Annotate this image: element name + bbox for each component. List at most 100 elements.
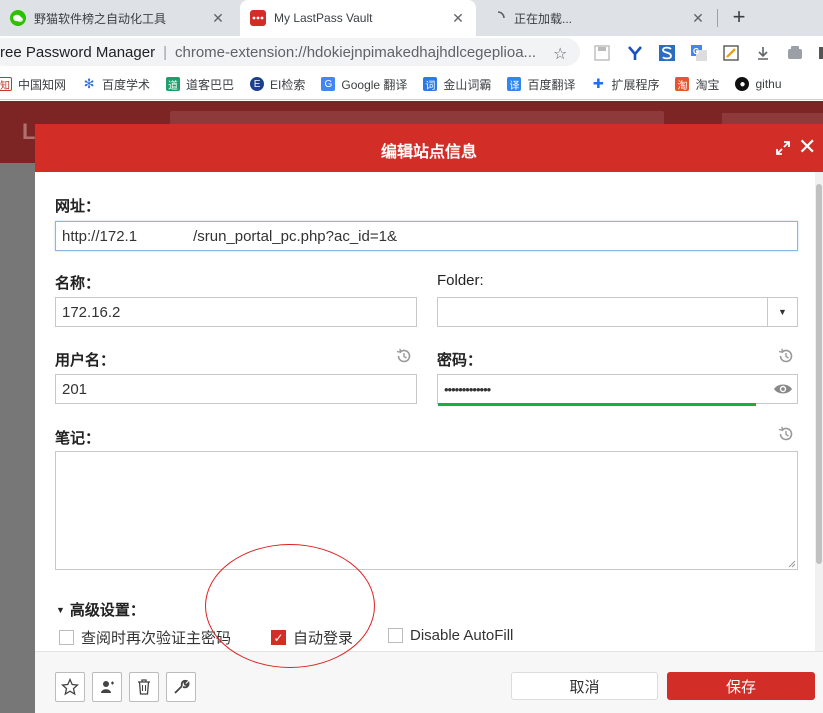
bookmarks-bar: 知 中国知网 ✻ 百度学术 道 道客巴巴 E EI检索 G Google 翻译 … xyxy=(0,69,823,100)
bookmark-github[interactable]: ● githu xyxy=(735,77,782,91)
favorite-button[interactable] xyxy=(55,672,85,702)
extension-note-icon[interactable] xyxy=(723,45,739,61)
new-tab-button[interactable]: + xyxy=(726,5,752,31)
ei-icon: E xyxy=(250,77,265,91)
folder-select[interactable]: ▼ xyxy=(437,297,798,327)
bookmark-taobao[interactable]: 淘 淘宝 xyxy=(675,76,719,93)
bookmark-iciba[interactable]: 词 金山词霸 xyxy=(423,76,491,93)
tab-lastpass-vault[interactable]: My LastPass Vault ✕ xyxy=(240,0,476,36)
bookmark-baidu-translate[interactable]: 译 百度翻译 xyxy=(507,76,575,93)
tab-loading[interactable]: 正在加载... ✕ xyxy=(480,0,716,36)
tab-title: 正在加载... xyxy=(514,11,573,26)
bookmark-star-icon[interactable]: ☆ xyxy=(553,44,567,64)
svg-text:G: G xyxy=(693,47,699,56)
extensions-panel-icon[interactable] xyxy=(787,45,803,61)
history-icon[interactable] xyxy=(777,347,795,365)
lastpass-logo: L xyxy=(22,119,36,144)
share-user-icon xyxy=(101,681,114,693)
bookmark-label: 道客巴巴 xyxy=(186,77,235,92)
tab-separator xyxy=(717,9,718,27)
bookmark-label: 百度学术 xyxy=(102,77,151,92)
password-label: 密码： xyxy=(437,352,483,369)
reprompt-checkbox[interactable]: 查阅时再次验证主密码 xyxy=(59,627,231,648)
advanced-settings-label: 高级设置： xyxy=(69,602,145,619)
baidu-paw-icon: ✻ xyxy=(83,76,95,91)
profile-icon[interactable] xyxy=(815,45,823,61)
tab-close-icon[interactable]: ✕ xyxy=(210,10,226,26)
bookmark-google-translate[interactable]: G Google 翻译 xyxy=(321,76,407,93)
baidu-translate-icon: 译 xyxy=(507,77,522,92)
site-origin: ree Password Manager xyxy=(0,43,156,61)
dialog-body: 网址： http://172.1 /srun_portal_pc.php?ac_… xyxy=(35,172,815,652)
username-label: 用户名： xyxy=(55,352,116,369)
advanced-settings-toggle[interactable]: ▼ 高级设置： xyxy=(56,599,145,620)
notes-textarea[interactable] xyxy=(55,451,798,570)
google-translate-icon: G xyxy=(321,77,336,91)
wechat-icon xyxy=(10,10,26,26)
bookmark-doc88[interactable]: 道 道客巴巴 xyxy=(166,76,234,93)
url-text: chrome-extension://hdokiejnpimakedhajhdl… xyxy=(174,43,537,61)
loading-spinner-icon xyxy=(490,10,506,26)
name-field[interactable]: 172.16.2 xyxy=(55,297,417,327)
bookmark-baidu-xueshu[interactable]: ✻ 百度学术 xyxy=(82,76,150,93)
tab-title: 野猫软件榜之自动化工具 xyxy=(34,11,167,26)
extension-translate-icon[interactable]: G xyxy=(691,45,707,61)
checkbox-label: 查阅时再次验证主密码 xyxy=(81,630,232,647)
bookmark-label: 金山词霸 xyxy=(443,77,492,92)
bookmark-label: 淘宝 xyxy=(695,77,720,92)
username-value: 201 xyxy=(62,380,88,398)
password-value: ••••••••••••• xyxy=(444,381,491,397)
checkbox-label: Disable AutoFill xyxy=(410,627,514,644)
close-icon[interactable]: ✕ xyxy=(798,135,816,159)
eye-icon[interactable] xyxy=(773,381,793,397)
resize-grip-icon[interactable] xyxy=(788,560,796,568)
address-bar[interactable]: ree Password Manager | chrome-extension:… xyxy=(0,38,580,66)
download-icon[interactable] xyxy=(755,45,771,61)
extension-y-icon[interactable] xyxy=(627,45,643,61)
scrollbar-thumb[interactable] xyxy=(816,184,822,564)
taobao-icon: 淘 xyxy=(675,77,690,92)
browser-tab-strip: 野猫软件榜之自动化工具 ✕ My LastPass Vault ✕ 正在加载..… xyxy=(0,0,823,36)
dialog-header: 编辑站点信息 ✕ xyxy=(35,124,823,172)
doc88-icon: 道 xyxy=(166,77,181,92)
tab-close-icon[interactable]: ✕ xyxy=(690,10,706,26)
dialog-footer: 取消 保存 xyxy=(35,651,823,713)
password-field[interactable]: ••••••••••••• xyxy=(437,374,798,406)
tools-button[interactable] xyxy=(166,672,196,702)
chevron-down-icon[interactable]: ▼ xyxy=(767,298,797,326)
username-field[interactable]: 201 xyxy=(55,374,417,404)
extension-s-icon[interactable] xyxy=(659,45,675,61)
bookmark-extensions[interactable]: ✚ 扩展程序 xyxy=(591,76,659,93)
trash-icon xyxy=(138,679,150,695)
history-icon[interactable] xyxy=(395,347,413,365)
disable-autofill-checkbox[interactable]: Disable AutoFill xyxy=(388,627,513,644)
bookmark-label: Google 翻译 xyxy=(341,77,408,92)
dialog-title: 编辑站点信息 xyxy=(380,144,477,161)
save-button[interactable]: 保存 xyxy=(667,672,815,700)
url-field[interactable]: http://172.1 /srun_portal_pc.php?ac_id=1… xyxy=(55,221,798,251)
url-label: 网址： xyxy=(55,198,101,215)
bookmark-cnki[interactable]: 知 中国知网 xyxy=(0,76,66,93)
bookmark-label: 中国知网 xyxy=(18,77,67,92)
github-icon: ● xyxy=(735,77,750,91)
bookmark-ei[interactable]: E EI检索 xyxy=(250,76,305,93)
bookmark-label: 扩展程序 xyxy=(611,77,660,92)
delete-button[interactable] xyxy=(129,672,159,702)
extension-save-icon[interactable] xyxy=(594,45,610,61)
history-icon[interactable] xyxy=(777,425,795,443)
browser-toolbar: ree Password Manager | chrome-extension:… xyxy=(0,36,823,69)
checkbox-unchecked[interactable] xyxy=(388,628,403,643)
annotation-circle xyxy=(205,544,375,668)
redacted-block xyxy=(137,226,194,246)
iciba-icon: 词 xyxy=(423,77,438,92)
edit-site-dialog: 编辑站点信息 ✕ 网址： http://172.1 /srun_portal_p… xyxy=(35,124,823,713)
folder-label: Folder: xyxy=(437,272,484,289)
share-button[interactable] xyxy=(92,672,122,702)
checkbox-unchecked[interactable] xyxy=(59,630,74,645)
expand-icon[interactable] xyxy=(775,140,791,156)
star-icon xyxy=(61,678,79,696)
url-value-start: http://172.1 xyxy=(62,227,138,245)
tab-close-icon[interactable]: ✕ xyxy=(450,10,466,26)
tab-wechat-article[interactable]: 野猫软件榜之自动化工具 ✕ xyxy=(0,0,236,36)
cancel-button[interactable]: 取消 xyxy=(511,672,658,700)
